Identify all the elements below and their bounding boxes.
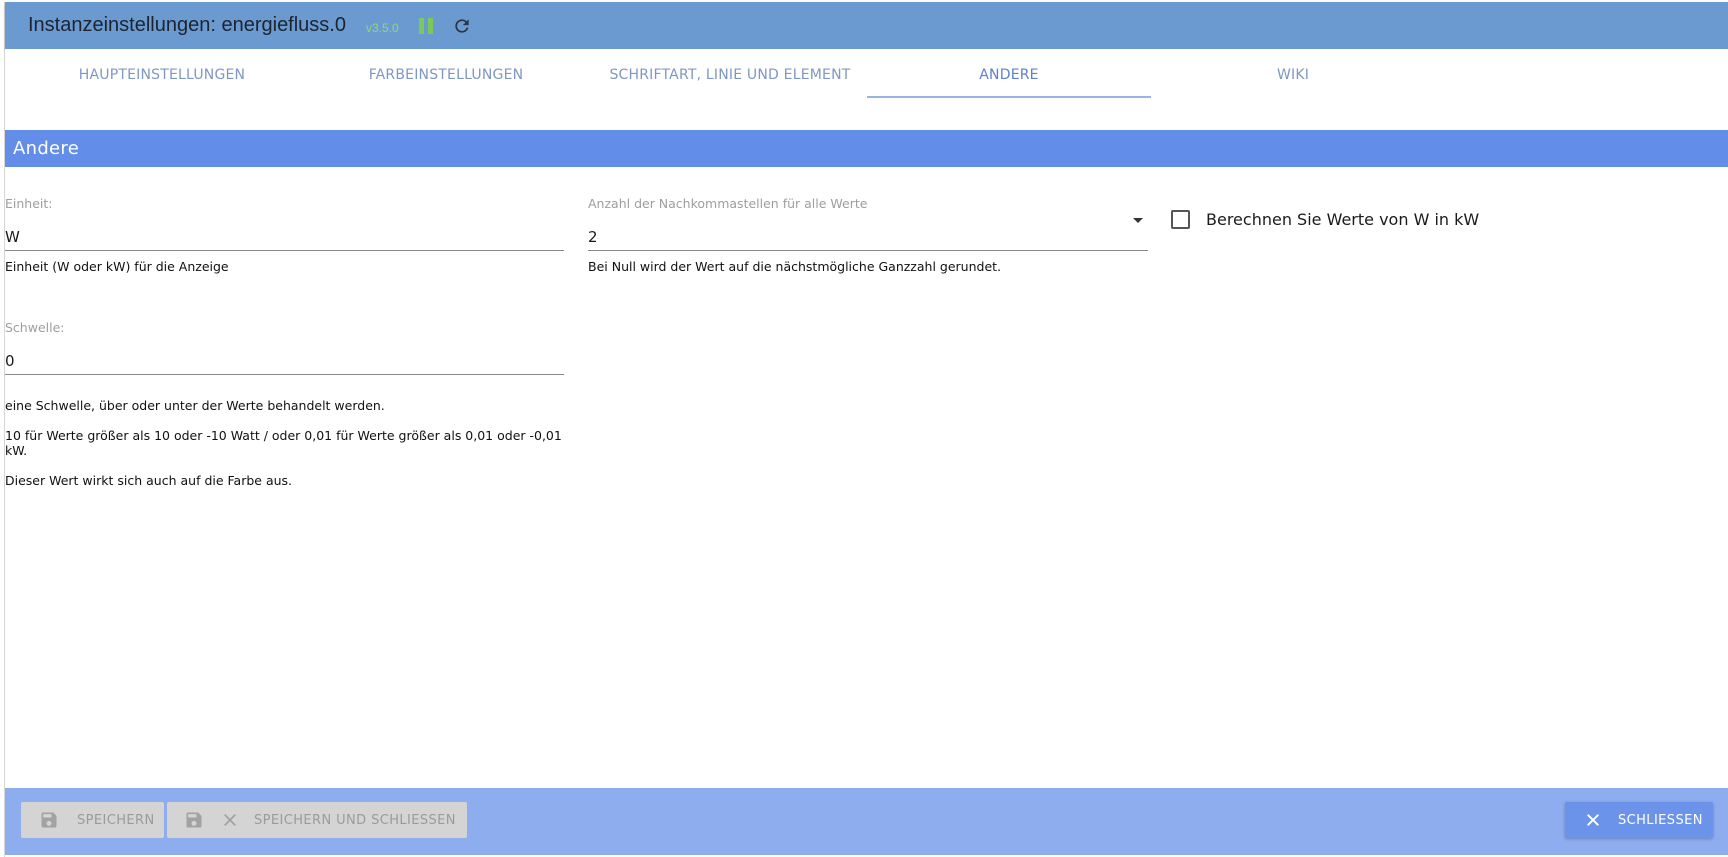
title-bar: Instanzeinstellungen: energiefluss.0 v3.… — [5, 2, 1728, 49]
reload-icon[interactable] — [452, 16, 472, 36]
close-button-label: SCHLIESSEN — [1618, 812, 1703, 828]
unit-helper: Einheit (W oder kW) für die Anzeige — [5, 259, 229, 274]
save-button[interactable]: SPEICHERN — [21, 802, 164, 838]
threshold-field: Schwelle: eine Schwelle, über oder unter… — [5, 320, 564, 503]
save-icon — [184, 810, 204, 830]
unit-input[interactable] — [5, 223, 564, 251]
threshold-label: Schwelle: — [5, 320, 65, 335]
save-and-close-button-label: SPEICHERN UND SCHLIESSEN — [254, 812, 456, 828]
threshold-helper: eine Schwelle, über oder unter der Werte… — [5, 383, 564, 503]
instance-settings-dialog: Instanzeinstellungen: energiefluss.0 v3.… — [4, 2, 1728, 857]
tab-andere[interactable]: ANDERE — [867, 49, 1151, 101]
decimals-select[interactable]: 2 — [588, 223, 1148, 251]
version-badge: v3.5.0 — [366, 20, 399, 35]
dialog-title: Instanzeinstellungen: energiefluss.0 — [28, 14, 346, 36]
save-icon — [39, 810, 59, 830]
chevron-down-icon — [1133, 218, 1143, 223]
unit-label: Einheit: — [5, 196, 53, 211]
save-button-label: SPEICHERN — [77, 812, 155, 828]
tab-farbeinstellungen[interactable]: FARBEINSTELLUNGEN — [304, 49, 588, 101]
unit-field: Einheit: Einheit (W oder kW) für die Anz… — [5, 196, 564, 274]
close-icon — [1585, 812, 1601, 828]
calc-kw-checkbox[interactable] — [1171, 210, 1190, 229]
save-and-close-button[interactable]: SPEICHERN UND SCHLIESSEN — [167, 802, 467, 838]
pause-icon[interactable] — [418, 17, 433, 34]
close-icon — [222, 812, 238, 828]
threshold-helper-line: Dieser Wert wirkt sich auch auf die Farb… — [5, 473, 293, 488]
calc-kw-checkbox-row[interactable]: Berechnen Sie Werte von W in kW — [1171, 210, 1479, 229]
tab-schriftart-linie-element[interactable]: SCHRIFTART, LINIE UND ELEMENT — [588, 49, 872, 101]
decimals-helper: Bei Null wird der Wert auf die nächstmög… — [588, 259, 1002, 274]
tab-haupteinstellungen[interactable]: HAUPTEINSTELLUNGEN — [20, 49, 304, 101]
calc-kw-label: Berechnen Sie Werte von W in kW — [1206, 210, 1480, 229]
threshold-input[interactable] — [5, 347, 564, 375]
threshold-helper-line: 10 für Werte größer als 10 oder -10 Watt… — [5, 428, 562, 458]
decimals-field: Anzahl der Nachkommastellen für alle Wer… — [588, 196, 1148, 274]
close-button[interactable]: SCHLIESSEN — [1565, 802, 1713, 838]
decimals-label: Anzahl der Nachkommastellen für alle Wer… — [588, 196, 868, 211]
tab-bar: HAUPTEINSTELLUNGEN FARBEINSTELLUNGEN SCH… — [5, 49, 1728, 101]
footer-bar: SPEICHERN SPEICHERN UND SCHLIESSEN SCHLI… — [5, 788, 1728, 855]
section-header: Andere — [5, 130, 1728, 167]
tab-wiki[interactable]: WIKI — [1151, 49, 1435, 101]
threshold-helper-line: eine Schwelle, über oder unter der Werte… — [5, 398, 385, 413]
